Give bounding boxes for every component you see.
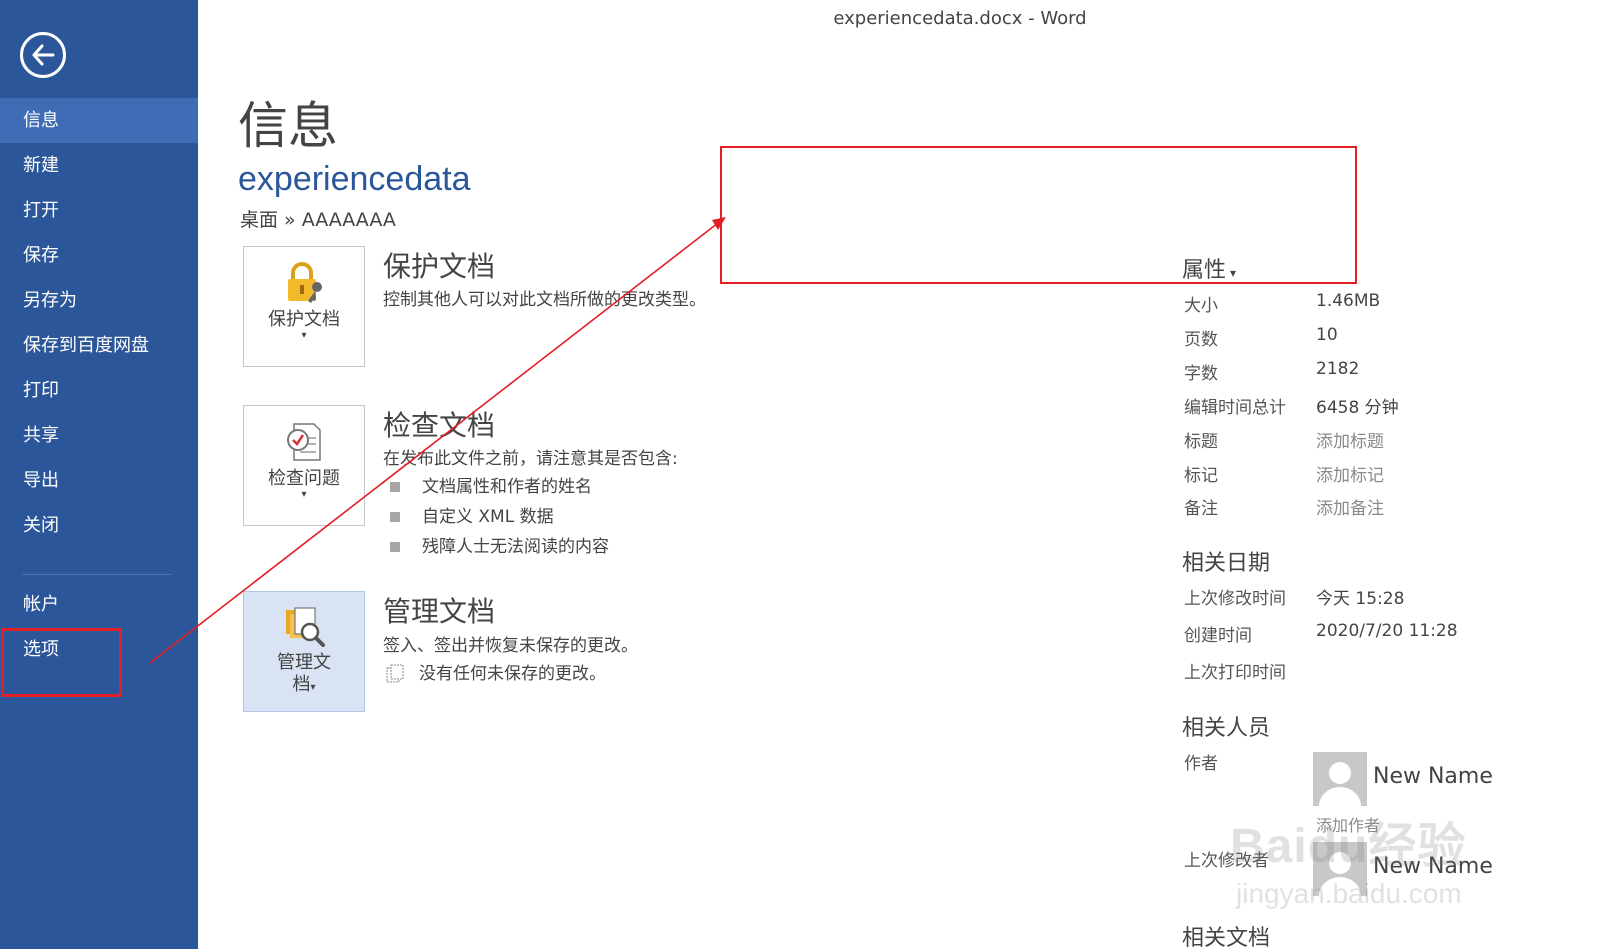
watermark-url: jingyan.baidu.com xyxy=(1236,878,1462,909)
watermark-logo: Baidu经验 xyxy=(1230,820,1467,873)
